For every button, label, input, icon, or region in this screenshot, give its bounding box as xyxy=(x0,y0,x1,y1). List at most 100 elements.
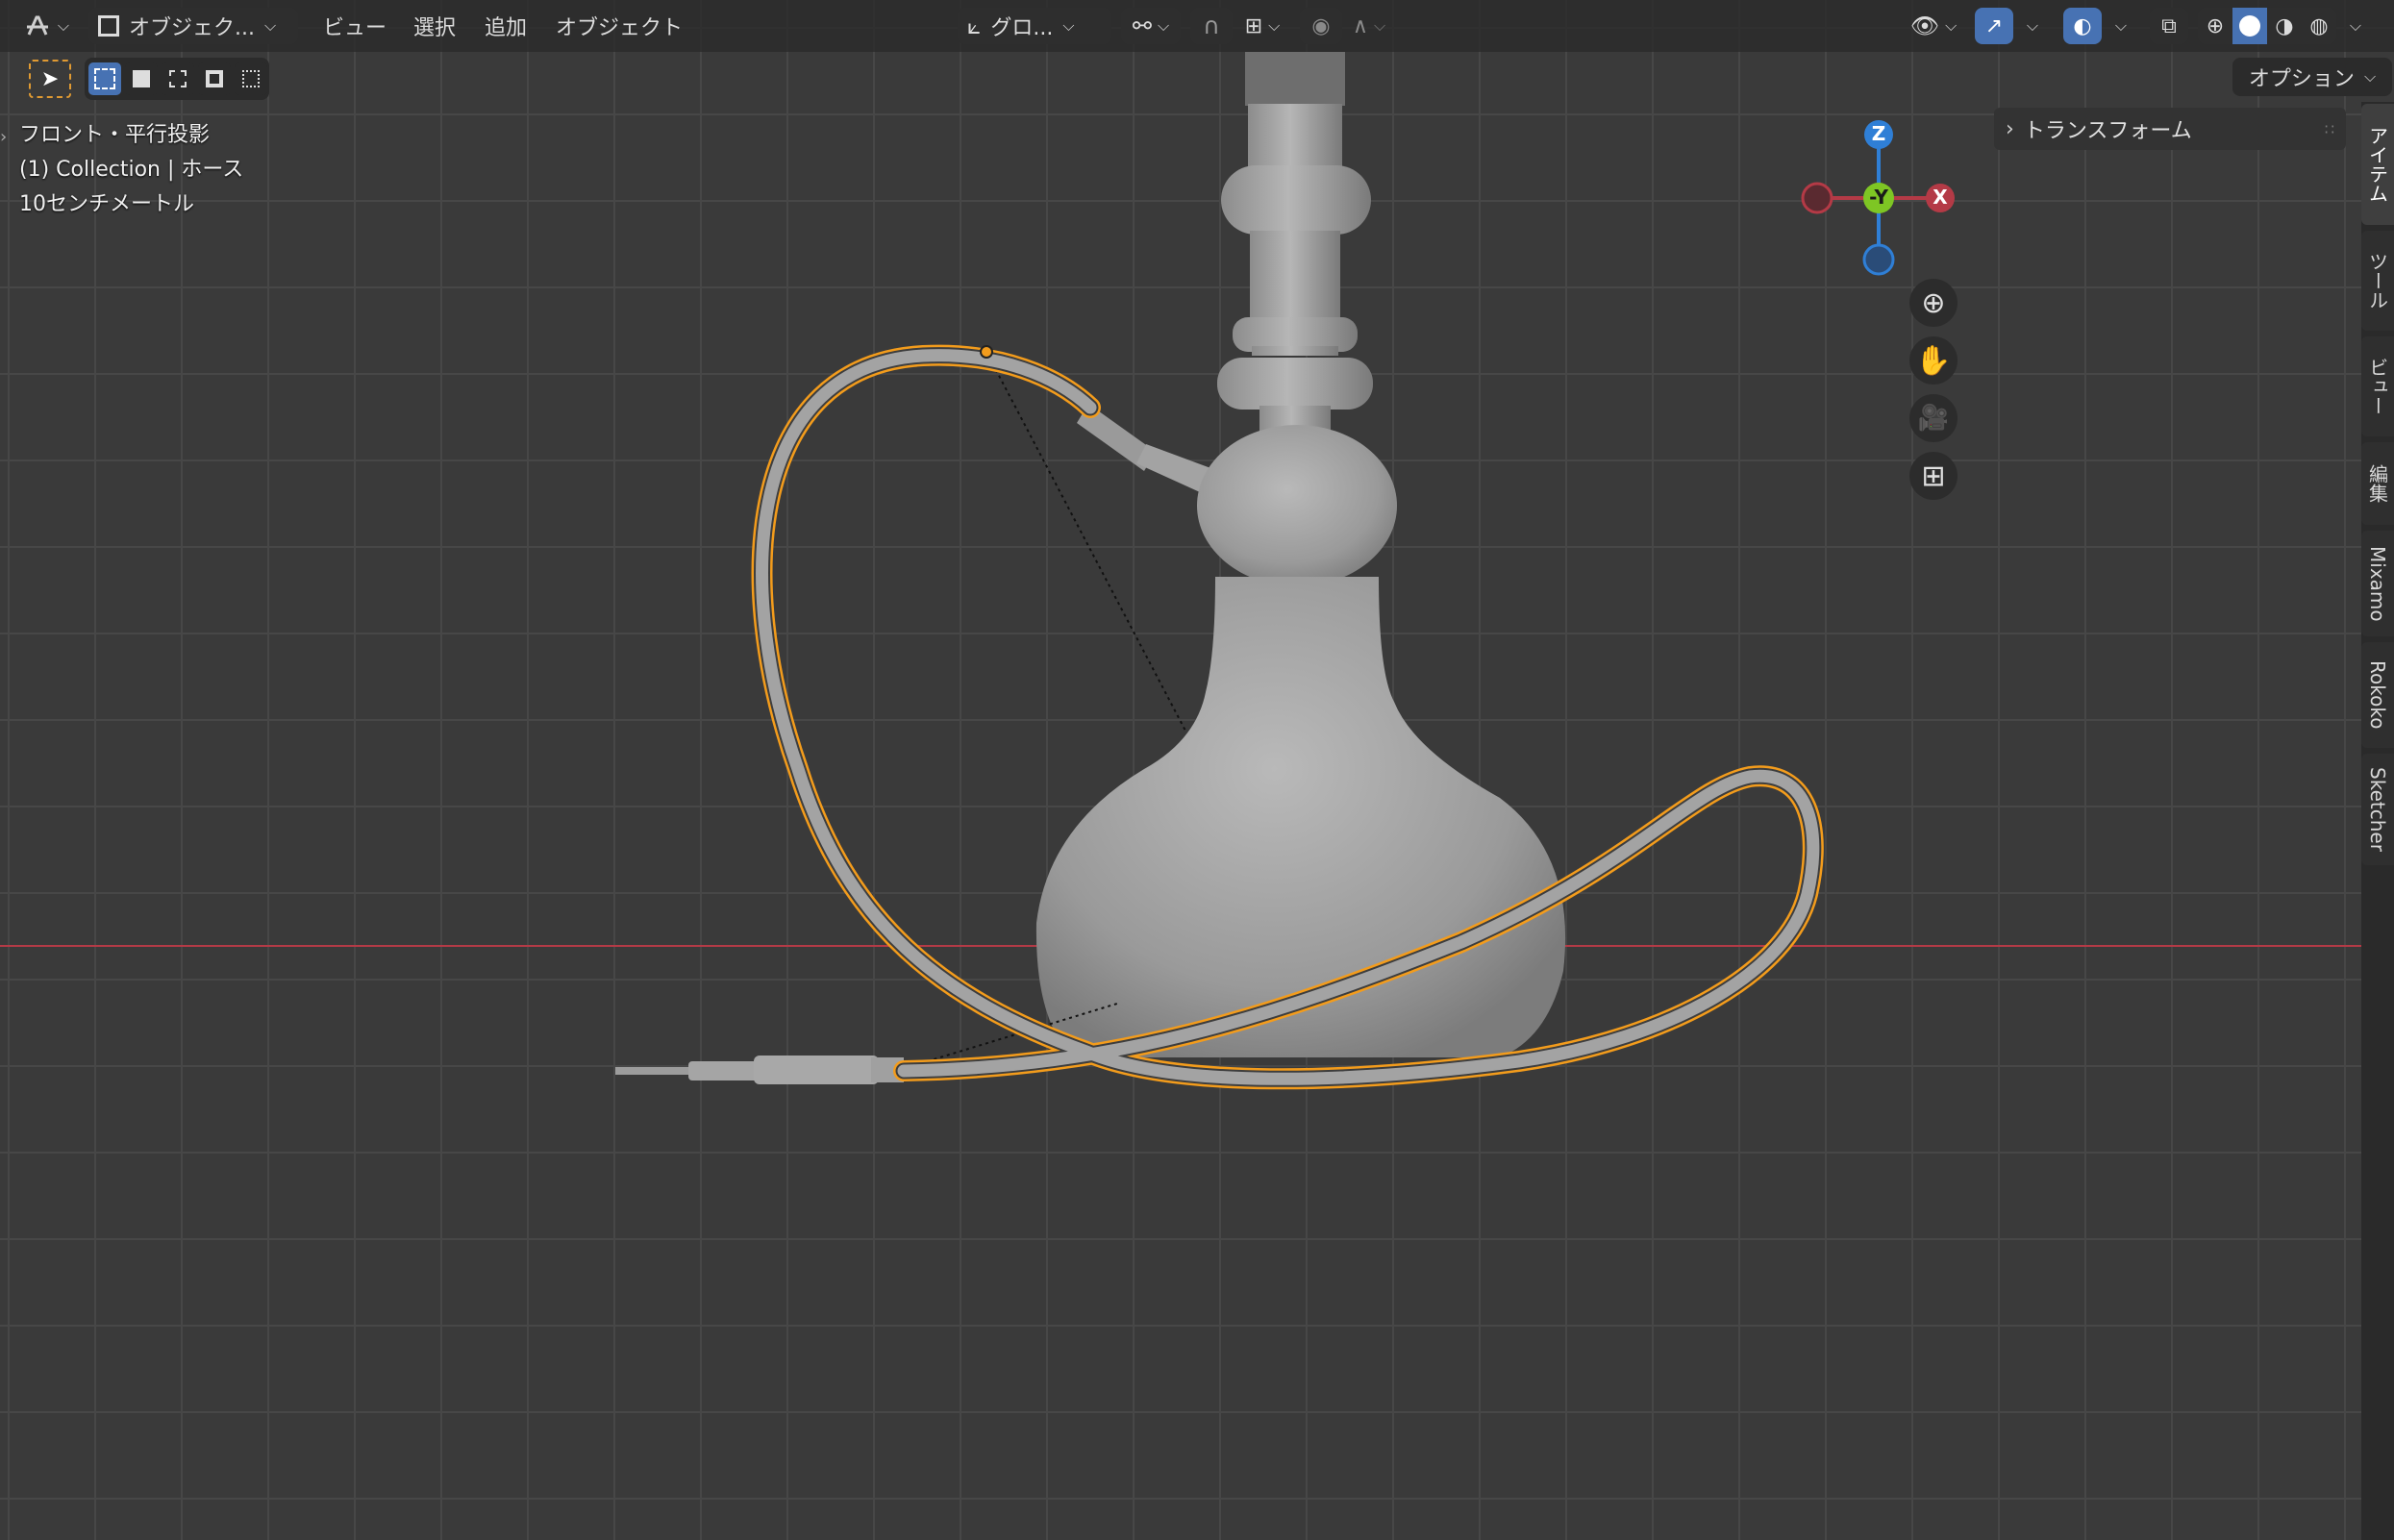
grid-scale: 10センチメートル xyxy=(19,192,194,216)
camera-icon: 🎥 xyxy=(1917,404,1950,433)
gizmo-dropdown[interactable]: ⌵ xyxy=(2013,8,2046,44)
toolbar-expand-arrow[interactable]: › xyxy=(0,127,7,147)
rendered-sphere-icon: ◍ xyxy=(2309,13,2329,38)
menu-select[interactable]: 選択 xyxy=(408,8,461,44)
editor-type-button[interactable]: ⌵ xyxy=(19,8,73,44)
viewport-header: ⌵ オブジェク... ⌵ ビュー 選択 追加 オブジェクト ⟀ グロ... ⌵ … xyxy=(0,0,2394,52)
proportional-edit-toggle[interactable]: ◉ xyxy=(1300,8,1342,44)
select-subtract-icon xyxy=(169,70,187,87)
snap-target-dropdown[interactable]: ⊞ ⌵ xyxy=(1233,8,1292,44)
proportional-falloff-dropdown[interactable]: ∧ ⌵ xyxy=(1342,8,1396,44)
cursor-arrow-icon: ➤ xyxy=(40,66,60,91)
tab-mixamo[interactable]: Mixamo xyxy=(2361,531,2394,636)
hookah-scene[interactable] xyxy=(0,0,2394,1540)
menu-add[interactable]: 追加 xyxy=(479,8,533,44)
tab-sketcher[interactable]: Sketcher xyxy=(2361,754,2394,865)
tab-edit-label: 編集 xyxy=(2365,464,2389,503)
tab-tool[interactable]: ツール xyxy=(2361,231,2394,331)
xray-icon: ⧉ xyxy=(2161,13,2177,38)
select-extend-icon xyxy=(133,70,150,87)
chevron-down-icon: ⌵ xyxy=(2363,67,2377,86)
chevron-down-icon: ⌵ xyxy=(57,16,70,35)
stem-top xyxy=(1245,52,1345,106)
mode-dropdown[interactable]: オブジェク... ⌵ xyxy=(88,8,298,44)
shading-rendered[interactable]: ◍ xyxy=(2302,8,2336,44)
solid-sphere-icon xyxy=(2239,15,2260,37)
ortho-toggle-button[interactable]: ⊞ xyxy=(1909,452,1958,500)
options-dropdown[interactable]: オプション ⌵ xyxy=(2232,58,2392,96)
tab-item-label: アイテム xyxy=(2365,126,2389,203)
pan-button[interactable]: ✋ xyxy=(1909,336,1958,385)
object-origin xyxy=(980,345,993,359)
shading-wireframe[interactable]: ⊕ xyxy=(2198,8,2232,44)
transform-orientation-dropdown[interactable]: ⟀ グロ... ⌵ xyxy=(958,8,1111,44)
tab-view-label: ビュー xyxy=(2365,358,2389,415)
chevron-down-icon: ⌵ xyxy=(1945,16,1958,35)
view-name: フロント・平行投影 xyxy=(19,123,211,147)
transform-panel-header[interactable]: › トランスフォーム ∷ xyxy=(1994,108,2346,150)
pivot-icon: ⚯ xyxy=(1132,12,1152,39)
tab-sketcher-label: Sketcher xyxy=(2366,767,2389,852)
menu-view[interactable]: ビュー xyxy=(317,8,392,44)
select-new-icon xyxy=(94,68,115,89)
chevron-down-icon: ⌵ xyxy=(2026,16,2039,35)
options-label: オプション xyxy=(2248,67,2355,91)
snap-toggle[interactable]: ∩ xyxy=(1190,8,1233,44)
chevron-down-icon: ⌵ xyxy=(1157,16,1170,35)
xray-toggle[interactable]: ⧉ xyxy=(2150,8,2188,44)
chevron-down-icon: ⌵ xyxy=(1373,16,1386,35)
overlays-dropdown[interactable]: ⌵ xyxy=(2102,8,2134,44)
bulb xyxy=(1197,425,1397,586)
gizmo-z-label: Z xyxy=(1871,122,1886,145)
select-new-button[interactable] xyxy=(88,62,121,95)
select-subtract-button[interactable] xyxy=(162,62,194,95)
stem-middle xyxy=(1250,231,1340,319)
gizmo-y-label: -Y xyxy=(1869,186,1888,209)
camera-view-button[interactable]: 🎥 xyxy=(1909,394,1958,442)
chevron-down-icon: ⌵ xyxy=(2349,16,2362,35)
select-extend-button[interactable] xyxy=(125,62,158,95)
gizmo-icon: ↗ xyxy=(1984,13,2004,38)
select-invert-button[interactable] xyxy=(198,62,231,95)
mouthpiece-grip xyxy=(688,1061,761,1080)
pivot-point-dropdown[interactable]: ⚯ ⌵ xyxy=(1121,8,1181,44)
tab-edit[interactable]: 編集 xyxy=(2361,442,2394,525)
drag-handle-icon[interactable]: ∷ xyxy=(2325,120,2334,138)
menu-object[interactable]: オブジェクト xyxy=(550,8,688,44)
material-sphere-icon: ◑ xyxy=(2275,13,2294,38)
snap-increment-icon: ⊞ xyxy=(1244,13,1263,38)
gizmo-toggle[interactable]: ↗ xyxy=(1975,8,2013,44)
tab-view[interactable]: ビュー xyxy=(2361,336,2394,436)
chevron-down-icon: ⌵ xyxy=(2114,16,2128,35)
move-icon xyxy=(26,15,48,36)
chevron-down-icon: ⌵ xyxy=(1062,16,1075,35)
stem-neck xyxy=(1252,346,1338,356)
gizmo-x-label: X xyxy=(1933,186,1948,209)
3d-viewport[interactable]: ⌵ オブジェク... ⌵ ビュー 選択 追加 オブジェクト ⟀ グロ... ⌵ … xyxy=(0,0,2394,1540)
zoom-in-icon: ⊕ xyxy=(1921,286,1946,320)
chevron-right-icon: › xyxy=(2006,116,2014,141)
visibility-dropdown[interactable]: 👁 ⌵ xyxy=(1904,8,1963,44)
mouthpiece-handle xyxy=(754,1056,879,1084)
shading-material[interactable]: ◑ xyxy=(2267,8,2302,44)
select-intersect-icon xyxy=(242,70,260,87)
select-tool-button[interactable]: ➤ xyxy=(29,60,71,98)
chevron-down-icon: ⌵ xyxy=(263,16,277,35)
tab-rokoko-label: Rokoko xyxy=(2366,660,2389,730)
select-intersect-button[interactable] xyxy=(235,62,267,95)
shading-solid[interactable] xyxy=(2232,8,2267,44)
shading-dropdown[interactable]: ⌵ xyxy=(2338,8,2367,44)
select-invert-icon xyxy=(206,70,223,87)
orientation-icon: ⟀ xyxy=(967,12,982,39)
tab-mixamo-label: Mixamo xyxy=(2366,545,2389,622)
vase xyxy=(1035,577,1566,1057)
tab-item[interactable]: アイテム xyxy=(2361,104,2394,225)
transform-panel-label: トランスフォーム xyxy=(2023,119,2192,143)
stem-upper xyxy=(1248,104,1342,171)
select-mode-group xyxy=(85,58,269,100)
stem-ring-3 xyxy=(1217,358,1373,410)
overlays-toggle[interactable]: ◐ xyxy=(2063,8,2102,44)
tab-rokoko[interactable]: Rokoko xyxy=(2361,642,2394,748)
zoom-button[interactable]: ⊕ xyxy=(1909,279,1958,327)
mode-label: オブジェク... xyxy=(129,16,255,40)
